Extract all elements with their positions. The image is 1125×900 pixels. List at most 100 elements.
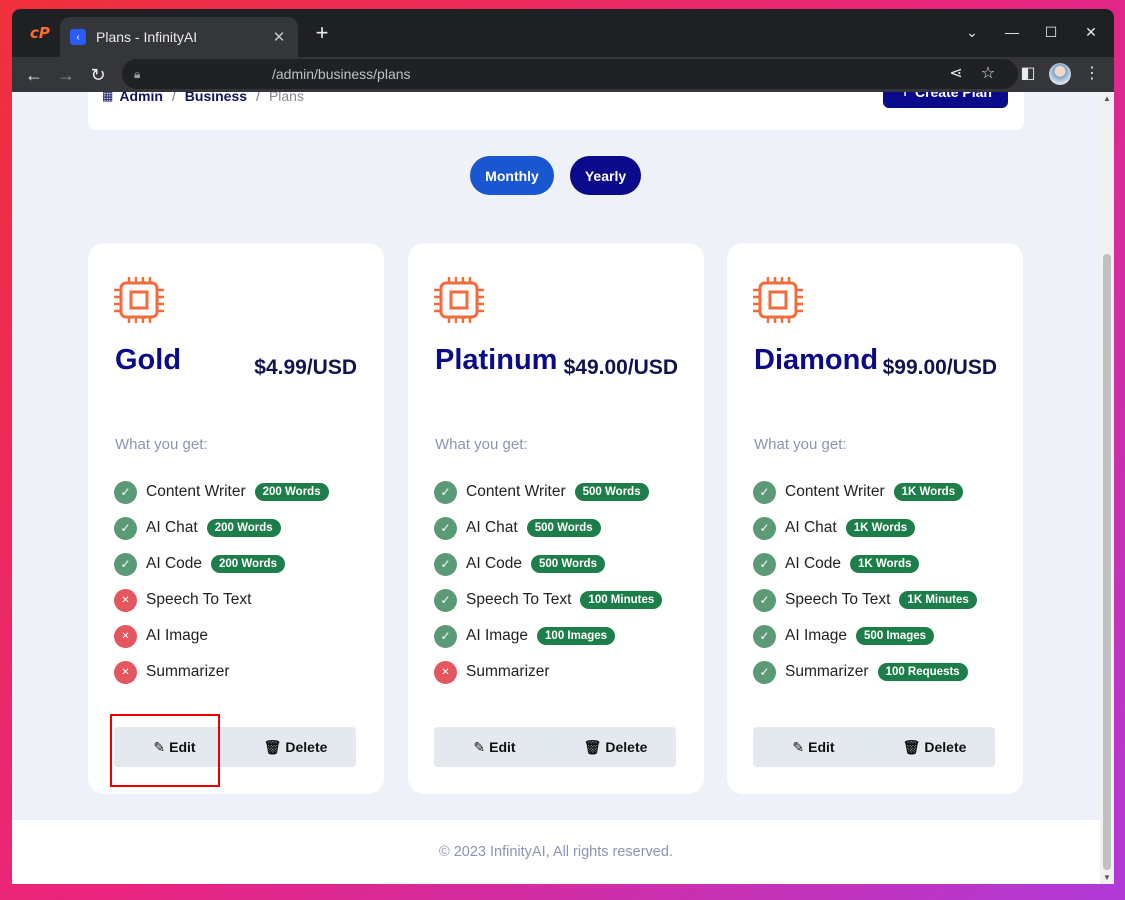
feature-label: AI Code [785, 555, 842, 572]
feature-quota-badge: 200 Words [206, 519, 281, 537]
plan-price: $99.00/USD [882, 356, 997, 379]
page-viewport: ▦ Admin / Business / Plans + Create Plan… [12, 92, 1114, 884]
edit-highlight-box [110, 714, 220, 787]
check-icon: ✓ [753, 480, 776, 504]
feature-item: ✓ AI Code 500 Words [434, 546, 662, 582]
yearly-toggle-button[interactable]: Yearly [570, 156, 641, 195]
delete-label: Delete [924, 739, 967, 755]
check-icon: ✓ [114, 480, 137, 504]
feature-label: AI Code [466, 555, 523, 572]
cpanel-icon[interactable]: cP [30, 25, 52, 41]
feature-list: ✓ Content Writer 1K Words ✓ AI Chat 1K W… [753, 474, 977, 690]
feature-quota-badge: 100 Images [537, 627, 616, 645]
page-header-card: ▦ Admin / Business / Plans + Create Plan [88, 92, 1024, 130]
breadcrumb-business[interactable]: Business [185, 92, 247, 104]
forward-icon[interactable]: → [53, 62, 79, 88]
check-icon: ✓ [753, 624, 776, 648]
edit-plan-button[interactable]: ✎ Edit [434, 727, 555, 767]
feature-item: ✓ Speech To Text 100 Minutes [434, 582, 663, 618]
new-tab-button[interactable]: + [310, 21, 334, 45]
url-text: /admin/business/plans [272, 66, 411, 82]
check-icon: ✓ [753, 552, 776, 576]
monthly-toggle-button[interactable]: Monthly [470, 156, 554, 195]
close-window-icon[interactable]: ✕ [1079, 21, 1103, 43]
trash-icon: 🗑︎ [263, 738, 282, 755]
breadcrumb-current: Plans [268, 92, 304, 104]
plan-name: Platinum [435, 344, 558, 376]
minimize-icon[interactable]: — [1000, 21, 1024, 43]
scroll-down-icon[interactable]: ▼ [1103, 873, 1111, 882]
feature-quota-badge: 1K Words [850, 555, 920, 573]
feature-item: ✕ Summarizer [114, 654, 329, 690]
edit-plan-button[interactable]: ✎ Edit [753, 727, 874, 767]
feature-quota-badge: 500 Words [531, 555, 605, 573]
create-plan-button[interactable]: + Create Plan [883, 92, 1008, 108]
plan-actions: ✎ Edit 🗑︎ Delete [753, 727, 995, 767]
feature-item: ✓ Content Writer 200 Words [114, 474, 329, 510]
trash-icon: 🗑︎ [583, 738, 602, 755]
plan-card: Diamond $99.00/USD What you get: ✓ Conte… [727, 243, 1023, 794]
feature-item: ✓ Content Writer 500 Words [434, 474, 662, 510]
delete-plan-button[interactable]: 🗑︎ Delete [555, 727, 676, 767]
check-icon: ✓ [753, 588, 776, 612]
profile-avatar[interactable] [1049, 63, 1071, 85]
feature-label: Content Writer [785, 483, 885, 500]
trash-icon: 🗑︎ [902, 738, 921, 755]
lock-icon[interactable]: 🔒︎ [134, 67, 150, 82]
feature-label: AI Image [785, 627, 848, 644]
edit-icon: ✎ [792, 738, 805, 755]
feature-label: AI Chat [466, 519, 518, 536]
share-icon[interactable]: ⋖ [943, 61, 969, 87]
menu-kebab-icon[interactable]: ⋮ [1079, 61, 1105, 87]
plan-name: Gold [115, 344, 182, 376]
feature-quota-badge: 200 Words [254, 483, 329, 501]
feature-label: AI Image [466, 627, 529, 644]
feature-label: Summarizer [785, 663, 869, 680]
bookmark-star-icon[interactable]: ☆ [975, 61, 1001, 87]
footer: © 2023 InfinityAI, All rights reserved. [12, 820, 1100, 884]
check-icon: ✓ [434, 480, 457, 504]
page-scrollbar[interactable]: ▲ ▼ [1100, 92, 1114, 884]
plus-icon: + [899, 92, 911, 104]
feature-list: ✓ Content Writer 200 Words ✓ AI Chat 200… [114, 474, 329, 690]
maximize-icon[interactable]: ☐ [1039, 21, 1063, 43]
tab-strip: cP ‹ Plans - InfinityAI ✕ + ⌄ — ☐ ✕ [12, 9, 1114, 57]
check-icon: ✓ [434, 588, 457, 612]
feature-item: ✕ Speech To Text [114, 582, 329, 618]
side-panel-icon[interactable]: ◧ [1015, 61, 1041, 87]
tab-search-icon[interactable]: ⌄ [960, 21, 984, 43]
tab-title: Plans - InfinityAI [96, 29, 198, 45]
delete-plan-button[interactable]: 🗑︎ Delete [235, 727, 356, 767]
feature-quota-badge: 200 Words [211, 555, 285, 573]
scrollbar-thumb[interactable] [1103, 254, 1111, 870]
chip-icon [434, 277, 484, 323]
delete-label: Delete [285, 739, 328, 755]
plan-price: $4.99/USD [254, 356, 357, 379]
check-icon: ✓ [434, 552, 457, 576]
scroll-up-icon[interactable]: ▲ [1103, 94, 1111, 103]
reload-icon[interactable]: ↻ [85, 62, 111, 88]
plan-name: Diamond [754, 344, 879, 376]
create-plan-label: Create Plan [914, 92, 992, 100]
feature-label: Speech To Text [785, 591, 891, 608]
feature-label: Summarizer [466, 663, 550, 680]
feature-quota-badge: 500 Words [526, 519, 601, 537]
delete-plan-button[interactable]: 🗑︎ Delete [874, 727, 995, 767]
feature-item: ✓ AI Chat 200 Words [114, 510, 329, 546]
tab-close-icon[interactable]: ✕ [270, 28, 288, 46]
cross-icon: ✕ [114, 660, 137, 684]
feature-item: ✓ AI Image 500 Images [753, 618, 977, 654]
feature-label: AI Chat [785, 519, 837, 536]
back-icon[interactable]: ← [21, 62, 47, 88]
feature-label: Content Writer [466, 483, 566, 500]
dashboard-icon: ▦ [102, 92, 114, 103]
what-you-get-label: What you get: [754, 436, 847, 453]
browser-tab[interactable]: ‹ Plans - InfinityAI ✕ [60, 17, 298, 57]
feature-quota-badge: 1K Words [845, 519, 916, 537]
feature-label: Speech To Text [466, 591, 572, 608]
feature-quota-badge: 500 Words [574, 483, 649, 501]
breadcrumb-admin[interactable]: Admin [119, 92, 163, 104]
plan-card: Platinum $49.00/USD What you get: ✓ Cont… [408, 243, 704, 794]
feature-label: AI Chat [146, 519, 198, 536]
address-bar[interactable]: 🔒︎ /admin/business/plans [122, 59, 1018, 89]
